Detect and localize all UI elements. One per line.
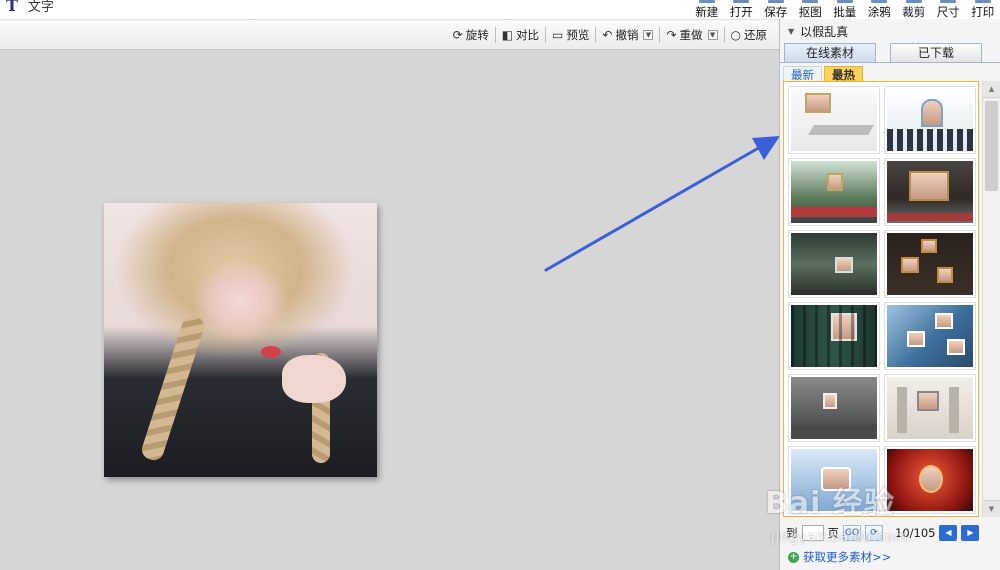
preview-icon: ▭ (552, 28, 564, 42)
collapse-triangle-icon[interactable]: ▼ (788, 27, 794, 36)
top-bar: T 文字 新建 打开 保存 抠图 批量 涂鸦 裁剪 尺寸 打印 (0, 0, 1000, 19)
tab-downloaded[interactable]: 已下载 (890, 43, 982, 62)
portrait-photo[interactable] (104, 203, 377, 477)
material-thumbnail[interactable] (884, 230, 976, 298)
page-indicator: 10/105 (895, 526, 936, 540)
sort-tabs: 最新 最热 (780, 63, 1000, 83)
undo-label: 撤销 (615, 28, 639, 42)
material-thumbnail[interactable] (884, 158, 976, 226)
undo-dropdown-icon[interactable]: ▼ (643, 30, 654, 40)
photo-braid-left (139, 313, 207, 463)
material-thumbnail[interactable] (788, 302, 880, 370)
compare-button[interactable]: ◧ 对比 (496, 26, 545, 44)
pager-prefix: 到 (786, 526, 798, 540)
compare-label: 对比 (516, 28, 540, 42)
next-page-icon[interactable]: ▶ (961, 525, 980, 541)
cutout-button[interactable]: 抠图 (793, 3, 828, 20)
undo-button[interactable]: ↶ 撤销 ▼ (596, 26, 659, 44)
panel-header[interactable]: ▼ 以假乱真 (780, 19, 1000, 43)
get-more-label: 获取更多素材>> (803, 550, 892, 564)
photo-hand (282, 355, 346, 403)
scroll-up-icon[interactable]: ▲ (983, 81, 1000, 98)
preview-button[interactable]: ▭ 预览 (546, 26, 595, 44)
redo-dropdown-icon[interactable]: ▼ (707, 30, 718, 40)
refresh-button[interactable]: ⟳ (865, 525, 883, 541)
compare-icon: ◧ (501, 28, 514, 42)
save-button[interactable]: 保存 (759, 3, 794, 20)
crop-button[interactable]: 裁剪 (897, 3, 932, 20)
batch-button[interactable]: 批量 (828, 3, 863, 20)
material-thumbnail[interactable] (788, 374, 880, 442)
photo-lips (261, 346, 281, 358)
doodle-button[interactable]: 涂鸦 (862, 3, 897, 20)
pagination: 到 页 GO ⟳ 10/105 ◀ ▶ (786, 525, 996, 541)
prev-page-icon[interactable]: ◀ (939, 525, 958, 541)
size-button[interactable]: 尺寸 (931, 3, 966, 20)
panel-tabs: 在线素材 已下载 (780, 43, 1000, 63)
restore-icon: ○ (730, 28, 741, 42)
material-thumbnail[interactable] (788, 158, 880, 226)
rotate-label: 旋转 (465, 28, 489, 42)
annotation-arrow-icon (544, 136, 780, 272)
material-thumbnail[interactable] (788, 446, 880, 514)
material-thumbnail[interactable] (788, 230, 880, 298)
text-tool-icon[interactable]: T (6, 0, 18, 15)
plus-icon: + (788, 551, 799, 563)
scroll-down-icon[interactable]: ▼ (983, 500, 1000, 517)
canvas-area (0, 51, 779, 570)
material-thumbnail[interactable] (884, 446, 976, 514)
go-button[interactable]: GO (843, 525, 861, 541)
material-panel: ▼ 以假乱真 在线素材 已下载 最新 最热 ▲ ▼ 到 页 GO ⟳ 10/10… (779, 19, 1000, 570)
print-button[interactable]: 打印 (966, 3, 1000, 20)
text-tool-label[interactable]: 文字 (28, 0, 54, 15)
material-thumbnail[interactable] (884, 302, 976, 370)
material-thumbnail[interactable] (884, 86, 976, 154)
restore-label: 还原 (744, 28, 767, 42)
page-number-input[interactable] (801, 525, 824, 541)
redo-icon: ↷ (666, 28, 677, 42)
rotate-button[interactable]: ⟳ 旋转 (447, 26, 495, 44)
restore-button[interactable]: ○ 还原 (725, 26, 773, 44)
open-button[interactable]: 打开 (724, 3, 759, 20)
thumbnail-scrollbar[interactable]: ▲ ▼ (982, 81, 1000, 517)
main-toolbar: 新建 打开 保存 抠图 批量 涂鸦 裁剪 尺寸 打印 (690, 3, 1000, 20)
edit-toolbar: ⟳ 旋转 ◧ 对比 ▭ 预览 ↶ 撤销 ▼ ↷ 重做 ▼ ○ 还原 (0, 19, 779, 50)
panel-title: 以假乱真 (800, 24, 849, 39)
material-thumbnail[interactable] (884, 374, 976, 442)
redo-button[interactable]: ↷ 重做 ▼ (660, 26, 723, 44)
preview-label: 预览 (566, 28, 590, 42)
undo-icon: ↶ (602, 28, 613, 42)
scroll-thumb[interactable] (985, 101, 998, 191)
new-button[interactable]: 新建 (690, 3, 725, 20)
pager-suffix: 页 (827, 526, 840, 540)
material-thumbnails (783, 81, 979, 517)
tab-online-materials[interactable]: 在线素材 (784, 43, 876, 62)
redo-label: 重做 (679, 28, 703, 42)
get-more-link[interactable]: + 获取更多素材>> (788, 549, 891, 565)
brand: T 文字 (6, 0, 54, 15)
rotate-icon: ⟳ (452, 28, 463, 42)
material-thumbnail[interactable] (788, 86, 880, 154)
